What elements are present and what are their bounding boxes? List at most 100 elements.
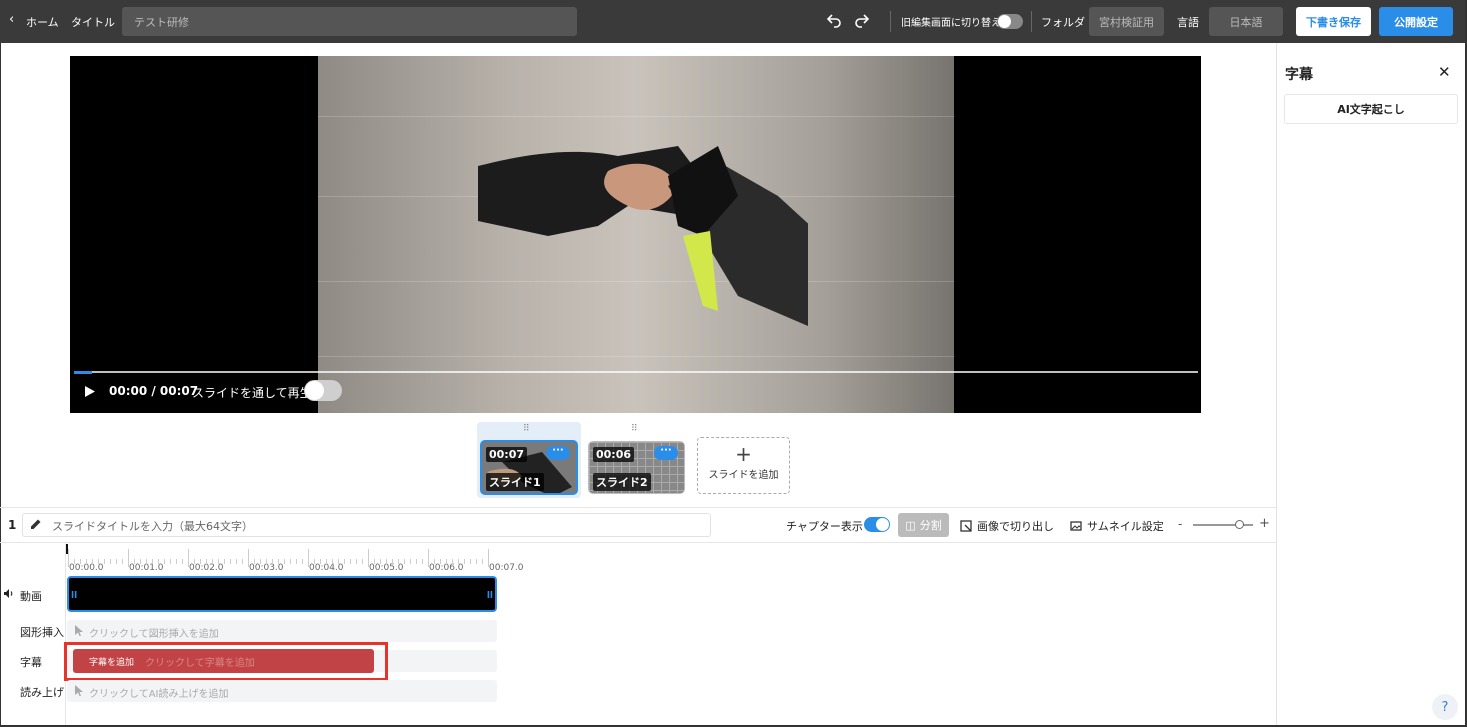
ruler-minor-tick: [272, 559, 273, 564]
ruler-minor-tick: [134, 559, 135, 564]
add-slide-button[interactable]: + スライドを追加: [697, 437, 790, 494]
thumbnail-settings-label: サムネイル設定: [1087, 520, 1164, 533]
playhead[interactable]: [66, 544, 68, 554]
ruler-minor-tick: [200, 559, 201, 564]
home-link[interactable]: ホーム: [26, 14, 59, 30]
play-icon[interactable]: [84, 385, 96, 401]
ai-transcribe-button[interactable]: AI文字起こし: [1284, 94, 1458, 124]
ruler-minor-tick: [290, 559, 291, 564]
zoom-out-button[interactable]: -: [1178, 517, 1182, 531]
ruler-minor-tick: [260, 559, 261, 564]
language-select[interactable]: 日本語: [1209, 7, 1283, 36]
ruler-minor-tick: [476, 559, 477, 564]
title-input[interactable]: テスト研修: [122, 7, 577, 36]
ruler-minor-tick: [314, 559, 315, 564]
publish-settings-button[interactable]: 公開設定: [1379, 7, 1453, 36]
slide-thumbnail-1[interactable]: 00:07 スライド1 ···: [480, 440, 578, 495]
trim-handle-left-icon[interactable]: ll: [71, 591, 77, 601]
divider: [0, 542, 1276, 543]
ruler-minor-tick: [110, 559, 111, 564]
ruler-minor-tick: [164, 559, 165, 564]
thumbnail-settings-button[interactable]: サムネイル設定: [1070, 518, 1164, 534]
split-icon: ◫: [905, 518, 916, 532]
panel-title: 字幕: [1285, 67, 1313, 83]
ruler-minor-tick: [140, 559, 141, 564]
ruler-minor-tick: [80, 559, 81, 564]
ruler-minor-tick: [152, 559, 153, 564]
drag-handle-icon[interactable]: ⠿: [631, 424, 638, 434]
switch-old-editor-toggle[interactable]: [997, 14, 1023, 29]
slide-duration: 00:06: [593, 447, 635, 462]
slide-thumbnail-2[interactable]: 00:06 スライド2 ···: [588, 441, 685, 494]
track-label-video: 動画: [20, 590, 42, 603]
title-label: タイトル: [71, 16, 115, 29]
slide-name: スライド1: [486, 473, 544, 491]
divider: [890, 11, 891, 32]
divider: [1031, 11, 1032, 32]
pencil-icon: [30, 518, 42, 533]
ruler-minor-tick: [74, 559, 75, 564]
cursor-icon: [75, 625, 83, 636]
ruler-minor-tick: [452, 559, 453, 564]
ruler-minor-tick: [296, 559, 297, 564]
save-draft-button[interactable]: 下書き保存: [1296, 7, 1371, 36]
chapter-display-toggle[interactable]: [864, 517, 890, 532]
undo-icon[interactable]: [826, 12, 842, 31]
crop-image-label: 画像で切り出し: [977, 520, 1054, 533]
ruler-tick-label: 00:03.0: [249, 563, 284, 573]
back-chevron-icon[interactable]: ‹: [9, 12, 14, 27]
ruler-minor-tick: [350, 559, 351, 564]
ruler-minor-tick: [146, 559, 147, 564]
split-label: 分割: [919, 519, 942, 532]
zoom-slider[interactable]: [1193, 524, 1253, 526]
ruler-minor-tick: [284, 559, 285, 564]
switch-old-editor-label: 旧編集画面に切り替え: [901, 18, 1001, 29]
ruler-minor-tick: [206, 559, 207, 564]
progress-track[interactable]: [74, 371, 1198, 373]
drag-handle-icon[interactable]: ⠿: [523, 424, 530, 434]
track-label-shape: 図形挿入: [20, 626, 64, 639]
ruler-tick-label: 00:07.0: [489, 563, 524, 573]
ruler-minor-tick: [230, 559, 231, 564]
add-slide-label: スライドを追加: [708, 470, 779, 481]
narration-track-lane[interactable]: クリックしてAI読み上げを追加: [67, 680, 497, 702]
ruler-minor-tick: [98, 559, 99, 564]
ruler-minor-tick: [176, 559, 177, 564]
chapter-display-label: チャプター表示: [786, 520, 863, 533]
close-icon[interactable]: ✕: [1438, 63, 1451, 81]
language-label: 言語: [1177, 16, 1199, 29]
ruler-minor-tick: [386, 559, 387, 564]
ruler-minor-tick: [422, 559, 423, 564]
ruler-minor-tick: [338, 559, 339, 564]
ruler-tick-label: 00:00.0: [69, 563, 104, 573]
split-button[interactable]: ◫ 分割: [898, 513, 949, 537]
plus-icon: +: [735, 442, 752, 466]
video-player[interactable]: 00:00 / 00:07 スライドを通して再生: [70, 56, 1201, 413]
ruler-minor-tick: [416, 559, 417, 564]
zoom-in-button[interactable]: +: [1259, 516, 1270, 531]
ruler-minor-tick: [194, 559, 195, 564]
ruler-minor-tick: [236, 559, 237, 564]
play-through-toggle[interactable]: [304, 380, 342, 401]
trim-handle-right-icon[interactable]: ll: [487, 591, 493, 601]
ruler-minor-tick: [398, 559, 399, 564]
track-label-subtitle: 字幕: [20, 656, 42, 669]
help-button[interactable]: ?: [1432, 694, 1458, 720]
more-options-icon[interactable]: ···: [546, 446, 570, 460]
ruler-tick-label: 00:05.0: [369, 563, 404, 573]
more-options-icon[interactable]: ···: [654, 446, 678, 460]
ruler-tick-label: 00:04.0: [309, 563, 344, 573]
folder-select[interactable]: 宮村検証用: [1089, 7, 1164, 36]
slide-duration: 00:07: [486, 447, 528, 462]
video-track-clip[interactable]: ll ll: [67, 576, 497, 612]
ruler-minor-tick: [116, 559, 117, 564]
redo-icon[interactable]: [854, 12, 870, 31]
crop-image-button[interactable]: 画像で切り出し: [960, 518, 1054, 534]
shape-track-lane[interactable]: クリックして図形挿入を追加: [67, 620, 497, 642]
crop-icon: [960, 520, 972, 532]
ruler-minor-tick: [392, 559, 393, 564]
ruler-minor-tick: [170, 559, 171, 564]
shape-track-placeholder: クリックして図形挿入を追加: [89, 629, 219, 640]
zoom-slider-knob[interactable]: [1235, 520, 1244, 529]
timeline-ruler[interactable]: 00:00.0 00:01.0 00:02.0 00:03.0 00:04.0 00:05…: [66, 547, 526, 575]
